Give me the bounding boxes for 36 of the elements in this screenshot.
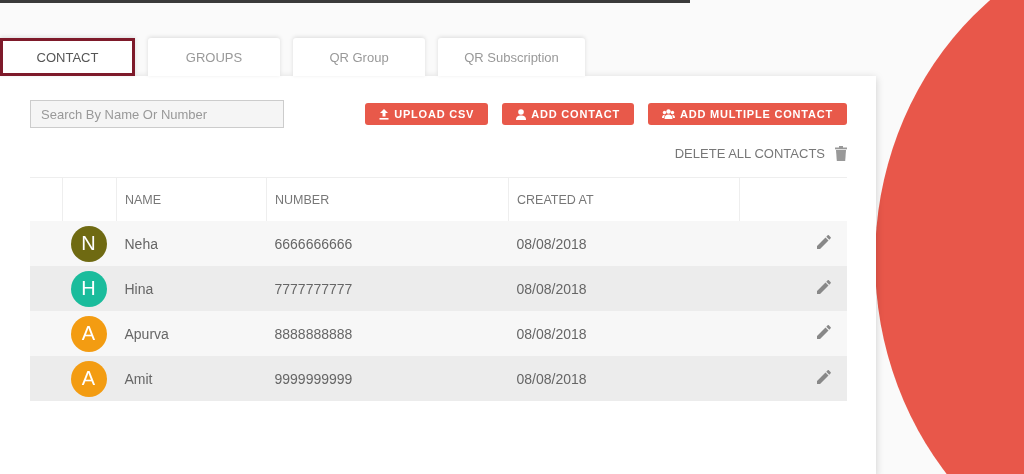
tab[interactable]: QR Subscription [438,38,585,76]
phone-number: 7777777777 [274,280,353,297]
person-icon [516,108,527,120]
created-date: 08/08/2018 [516,280,587,297]
delete-all-link[interactable]: DELETE ALL CONTACTS [674,146,825,161]
edit-icon[interactable] [817,370,831,384]
action-button[interactable]: UPLOAD CSV [365,103,489,125]
trash-icon[interactable] [835,146,847,161]
tab[interactable]: GROUPS [148,38,280,76]
created-date: 08/08/2018 [516,235,587,252]
search-field[interactable]: Search By Name Or Number [30,100,284,128]
phone-number: 9999999999 [274,370,353,387]
tab[interactable]: QR Group [293,38,425,76]
column-header: NUMBER [275,192,330,207]
people-icon [661,109,675,119]
tab[interactable]: CONTACT [0,38,135,76]
edit-icon[interactable] [817,325,831,339]
created-date: 08/08/2018 [516,370,587,387]
contact-name: Amit [124,370,153,387]
action-button[interactable]: ADD CONTACT [502,103,634,125]
contact-name: Neha [124,235,158,252]
column-header: CREATED AT [517,192,594,207]
avatar: A [70,360,107,397]
created-date: 08/08/2018 [516,325,587,342]
upload-icon [379,108,390,120]
contact-name: Apurva [124,325,169,342]
avatar: H [70,270,107,307]
phone-number: 6666666666 [274,235,353,252]
action-button[interactable]: ADD MULTIPLE CONTACT [647,103,847,125]
contact-name: Hina [124,280,154,297]
avatar: N [70,225,107,262]
phone-number: 8888888888 [274,325,353,342]
column-header: NAME [125,192,162,207]
avatar: A [70,315,107,352]
edit-icon[interactable] [817,280,831,294]
edit-icon[interactable] [817,235,831,249]
